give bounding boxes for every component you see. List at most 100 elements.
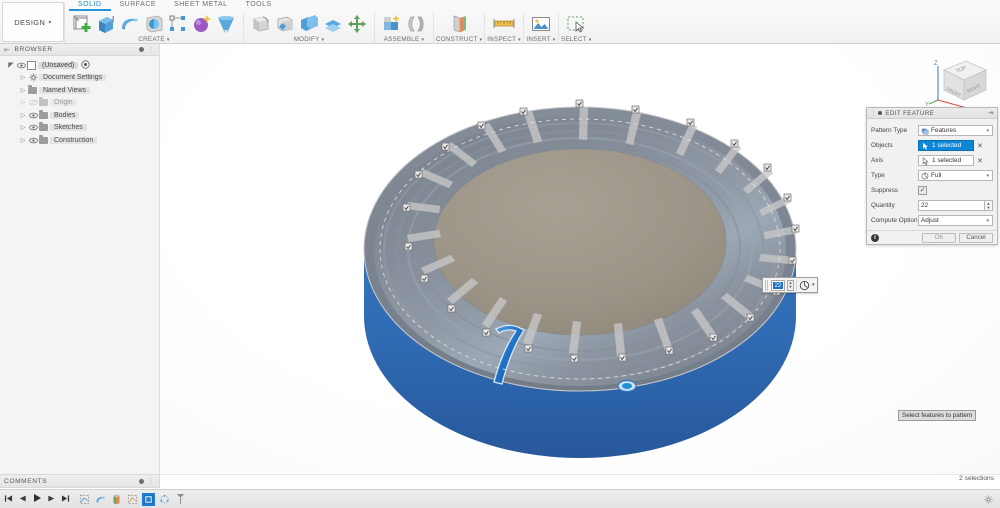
loft-icon[interactable]: [214, 12, 238, 36]
edit-feature-titlebar[interactable]: ⋮ EDIT FEATURE ⇥: [867, 108, 997, 119]
suppress-checkbox[interactable]: ✓: [918, 186, 927, 195]
chevron-right-icon[interactable]: ▷: [18, 74, 28, 81]
quantity-input[interactable]: 22: [918, 200, 985, 211]
pattern-icon[interactable]: [166, 12, 190, 36]
help-info-icon[interactable]: i: [871, 233, 879, 242]
axis-select-button[interactable]: 1 selected: [918, 155, 974, 166]
tab-surface[interactable]: SURFACE: [111, 0, 166, 11]
sphere-primitive-icon[interactable]: [190, 12, 214, 36]
circular-pattern-type-button[interactable]: ▾: [799, 280, 815, 291]
select-window-icon[interactable]: [564, 12, 588, 36]
stepper-down-icon[interactable]: ▼: [987, 205, 991, 210]
tab-solid[interactable]: SOLID: [69, 0, 111, 11]
timeline-go-to-start-button[interactable]: [4, 494, 13, 505]
panel-create-label[interactable]: CREATE ▾: [138, 36, 169, 43]
timeline-feature-cut[interactable]: [142, 492, 155, 506]
tree-item-named-views[interactable]: ▷ Named Views: [0, 84, 159, 97]
visibility-eye-icon[interactable]: [28, 124, 39, 131]
tab-tools[interactable]: TOOLS: [237, 0, 281, 11]
panel-assemble-label[interactable]: ASSEMBLE ▾: [384, 36, 425, 43]
timeline-play-button[interactable]: [32, 493, 42, 505]
activate-component-icon[interactable]: [81, 60, 90, 71]
offset-face-icon[interactable]: [321, 12, 345, 36]
tree-item-origin[interactable]: ▷ Origin: [0, 97, 159, 110]
tree-item-document[interactable]: ◤ (Unsaved): [0, 59, 159, 72]
visibility-eye-icon[interactable]: [28, 112, 39, 119]
measure-icon[interactable]: [492, 12, 516, 36]
tree-item-construction[interactable]: ▷ Construction: [0, 134, 159, 147]
chevron-right-icon[interactable]: ▷: [18, 87, 28, 94]
timeline-settings-button[interactable]: [984, 495, 993, 506]
sweep-icon[interactable]: [142, 12, 166, 36]
create-sketch-icon[interactable]: [70, 12, 94, 36]
objects-clear-icon[interactable]: ✕: [974, 142, 986, 150]
workspace-switcher-button[interactable]: DESIGN ▾: [2, 2, 64, 42]
widget-grip-icon[interactable]: [765, 279, 769, 291]
joint-icon[interactable]: [404, 12, 428, 36]
edit-feature-footer: i OK Cancel: [867, 230, 997, 244]
browser-options-icon[interactable]: [139, 47, 145, 52]
timeline-feature-circular-pattern[interactable]: [158, 493, 171, 506]
compute-option-select[interactable]: Adjust ▾: [918, 215, 993, 226]
chevron-down-icon: ▾: [479, 37, 483, 43]
panel-select: SELECT ▾: [561, 11, 592, 43]
timeline-feature-sketch[interactable]: [78, 493, 91, 506]
tree-item-sketches[interactable]: ▷ Sketches: [0, 122, 159, 135]
shell-icon[interactable]: [297, 12, 321, 36]
visibility-eye-icon[interactable]: [28, 137, 39, 144]
timeline-marker[interactable]: [174, 493, 187, 506]
panel-inspect-label[interactable]: INSPECT ▾: [487, 36, 521, 43]
ok-button[interactable]: OK: [922, 232, 956, 243]
dialog-dock-icon[interactable]: ⇥: [988, 109, 994, 117]
type-select[interactable]: Full ▾: [918, 170, 993, 181]
tree-item-bodies[interactable]: ▷ Bodies: [0, 109, 159, 122]
visibility-eye-icon[interactable]: [16, 62, 27, 69]
cancel-button[interactable]: Cancel: [959, 232, 993, 243]
dialog-grip-icon[interactable]: ⋮: [870, 110, 876, 117]
pattern-type-select[interactable]: Features ▾: [918, 125, 993, 136]
timeline-step-back-button[interactable]: [18, 494, 27, 505]
chevron-right-icon[interactable]: ▷: [18, 137, 28, 144]
insert-image-icon[interactable]: [529, 12, 553, 36]
viewcube-body[interactable]: TOP FRONT RIGHT: [943, 60, 987, 101]
viewcube[interactable]: Z X Y TOP FRONT RIGHT: [924, 48, 996, 114]
edit-feature-dialog[interactable]: ⋮ EDIT FEATURE ⇥ Pattern Type Features ▾: [866, 107, 998, 245]
panel-insert-label[interactable]: INSERT ▾: [526, 36, 555, 43]
axis-selection-marker[interactable]: [617, 379, 637, 393]
panel-construct-label[interactable]: CONSTRUCT ▾: [436, 36, 482, 43]
revolve-icon[interactable]: [118, 12, 142, 36]
collapse-panel-icon[interactable]: ⇤: [4, 46, 10, 54]
move-copy-icon[interactable]: [345, 12, 369, 36]
tab-sheet-metal[interactable]: SHEET METAL: [165, 0, 236, 11]
objects-select-button[interactable]: 1 selected: [918, 140, 974, 151]
timeline-feature-sketch2[interactable]: [126, 493, 139, 506]
timeline-feature-revolve[interactable]: [94, 493, 107, 506]
chevron-right-icon[interactable]: ▷: [18, 112, 28, 119]
extrude-icon[interactable]: [94, 12, 118, 36]
timeline-go-to-end-button[interactable]: [61, 494, 70, 505]
canvas-quantity-stepper[interactable]: ▲ ▼: [787, 279, 794, 291]
quantity-stepper[interactable]: ▲ ▼: [985, 200, 993, 211]
fillet-icon[interactable]: [273, 12, 297, 36]
tree-item-document-settings[interactable]: ▷ Document Settings: [0, 72, 159, 85]
panel-construct: CONSTRUCT ▾: [436, 11, 482, 43]
panel-modify-label[interactable]: MODIFY ▾: [294, 36, 325, 43]
expand-triangle-icon[interactable]: ◤: [6, 61, 16, 69]
construction-plane-icon[interactable]: [447, 12, 471, 36]
timeline-feature-extrude[interactable]: [110, 493, 123, 506]
chevron-right-icon[interactable]: ▷: [18, 99, 28, 106]
press-pull-icon[interactable]: [249, 12, 273, 36]
canvas-quantity-widget[interactable]: 22 ▲ ▼ ▾: [762, 277, 818, 293]
stepper-down-icon[interactable]: ▼: [789, 285, 793, 289]
comments-panel-header[interactable]: COMMENTS ⋮: [0, 474, 160, 488]
comments-options-icon[interactable]: [139, 478, 145, 484]
panel-select-label[interactable]: SELECT ▾: [561, 36, 592, 43]
new-component-icon[interactable]: [380, 12, 404, 36]
axis-clear-icon[interactable]: ✕: [974, 157, 986, 165]
panel-assemble-icons: [377, 11, 431, 35]
chevron-right-icon[interactable]: ▷: [18, 124, 28, 131]
browser-panel: ⇤ BROWSER ⋮ ◤ (Unsaved) ▷ Document Setti…: [0, 44, 160, 474]
visibility-eye-off-icon[interactable]: [28, 99, 39, 106]
timeline-step-forward-button[interactable]: [47, 494, 56, 505]
canvas-quantity-field[interactable]: 22: [771, 279, 785, 291]
